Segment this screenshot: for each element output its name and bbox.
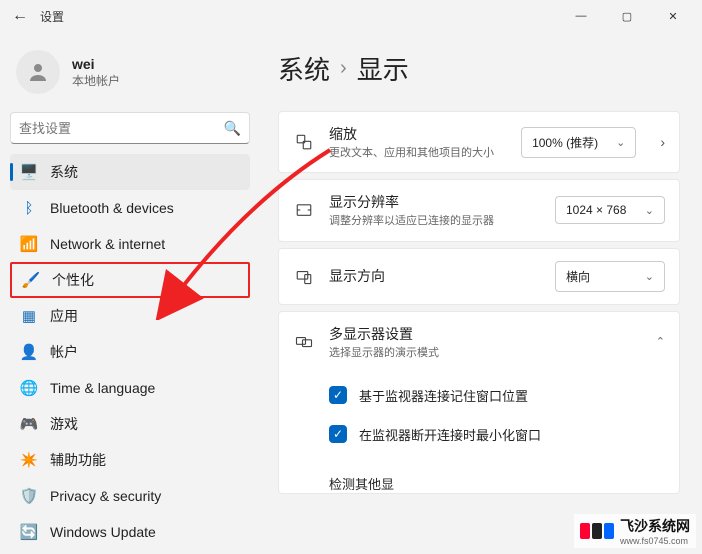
sidebar-item-accessibility[interactable]: ✴️ 辅助功能 (10, 442, 250, 478)
sidebar-item-network[interactable]: 📶 Network & internet (10, 226, 250, 262)
monitor-icon: 🖥️ (20, 163, 38, 181)
update-icon: 🔄 (20, 523, 38, 541)
sidebar-item-gaming[interactable]: 🎮 游戏 (10, 406, 250, 442)
settings-window: ← 设置 — ▢ ✕ wei 本地帐户 🔍 (0, 0, 702, 554)
wifi-icon: 📶 (20, 235, 38, 253)
resolution-icon (293, 201, 315, 219)
setting-orientation[interactable]: 显示方向 横向 ⌄ (278, 248, 680, 305)
resolution-dropdown[interactable]: 1024 × 768 ⌄ (555, 196, 665, 224)
sidebar-item-label: Time & language (50, 380, 155, 396)
maximize-button[interactable]: ▢ (604, 0, 650, 32)
dropdown-value: 1024 × 768 (566, 203, 626, 217)
checkbox-label: 在监视器断开连接时最小化窗口 (359, 425, 541, 444)
setting-desc: 选择显示器的演示模式 (329, 346, 478, 360)
sidebar-item-time-language[interactable]: 🌐 Time & language (10, 370, 250, 406)
sidebar-item-label: Network & internet (50, 236, 165, 252)
sidebar-item-bluetooth[interactable]: ᛒ Bluetooth & devices (10, 190, 250, 226)
close-button[interactable]: ✕ (650, 0, 696, 32)
apps-icon: ▦ (20, 307, 38, 325)
setting-title: 显示方向 (329, 266, 541, 286)
chevron-down-icon: ⌄ (645, 204, 654, 217)
watermark-brand: 飞沙系统网 (620, 516, 690, 536)
sidebar-item-privacy[interactable]: 🛡️ Privacy & security (10, 478, 250, 514)
orientation-icon (293, 267, 315, 285)
window-title: 设置 (40, 8, 64, 25)
sidebar-item-personalization[interactable]: 🖌️ 个性化 (10, 262, 250, 298)
profile-name: wei (72, 56, 120, 72)
watermark-url: www.fs0745.com (620, 536, 690, 546)
watermark-logo-icon (580, 523, 614, 539)
window-controls: — ▢ ✕ (558, 0, 696, 32)
chevron-down-icon: ⌄ (616, 136, 625, 149)
orientation-dropdown[interactable]: 横向 ⌄ (555, 261, 665, 292)
dropdown-value: 100% (推荐) (532, 134, 598, 151)
breadcrumb-current: 显示 (357, 50, 409, 87)
sidebar-item-label: 个性化 (52, 270, 94, 290)
setting-multi-display: 多显示器设置 选择显示器的演示模式 ⌃ ✓ 基于监视器连接记住窗口位置 ✓ 在监… (278, 311, 680, 494)
setting-title: 缩放 (329, 124, 507, 144)
setting-resolution[interactable]: 显示分辨率 调整分辨率以适应已连接的显示器 1024 × 768 ⌄ (278, 179, 680, 241)
chevron-up-icon[interactable]: ⌃ (656, 335, 665, 348)
chevron-right-icon[interactable]: › (660, 134, 665, 150)
globe-icon: 🌐 (20, 379, 38, 397)
sidebar-item-accounts[interactable]: 👤 帐户 (10, 334, 250, 370)
profile-subtitle: 本地帐户 (72, 72, 120, 89)
brush-icon: 🖌️ (22, 271, 40, 289)
breadcrumb: 系统 › 显示 (278, 50, 680, 87)
sidebar-item-label: 应用 (50, 306, 78, 326)
sidebar-item-apps[interactable]: ▦ 应用 (10, 298, 250, 334)
search-input[interactable] (19, 121, 224, 136)
sidebar-item-windows-update[interactable]: 🔄 Windows Update (10, 514, 250, 550)
titlebar: ← 设置 — ▢ ✕ (0, 0, 702, 32)
checkbox-label: 基于监视器连接记住窗口位置 (359, 386, 528, 405)
search-icon: 🔍 (224, 120, 241, 137)
setting-desc: 调整分辨率以适应已连接的显示器 (329, 214, 541, 228)
sidebar-item-label: 系统 (50, 162, 78, 182)
avatar (16, 50, 60, 94)
minimize-button[interactable]: — (558, 0, 604, 32)
sidebar-item-label: 游戏 (50, 414, 78, 434)
person-icon: 👤 (20, 343, 38, 361)
multi-display-header[interactable]: 多显示器设置 选择显示器的演示模式 ⌃ (279, 312, 679, 372)
sidebar-item-label: Bluetooth & devices (50, 200, 174, 216)
check-remember-positions[interactable]: ✓ 基于监视器连接记住窗口位置 (329, 376, 665, 415)
scale-icon (293, 133, 315, 151)
sidebar-item-label: Privacy & security (50, 488, 161, 504)
sidebar-item-label: Windows Update (50, 524, 156, 540)
profile-block[interactable]: wei 本地帐户 (10, 40, 250, 112)
breadcrumb-parent[interactable]: 系统 (278, 50, 330, 87)
dropdown-value: 横向 (566, 268, 590, 285)
setting-scale[interactable]: 缩放 更改文本、应用和其他项目的大小 100% (推荐) ⌄ › (278, 111, 680, 173)
sidebar: wei 本地帐户 🔍 🖥️ 系统 ᛒ Bluetooth & devices (0, 32, 260, 554)
check-minimize-on-disconnect[interactable]: ✓ 在监视器断开连接时最小化窗口 (329, 415, 665, 454)
chevron-right-icon: › (340, 57, 347, 80)
bluetooth-icon: ᛒ (20, 199, 38, 217)
watermark: 飞沙系统网 www.fs0745.com (574, 514, 696, 548)
gamepad-icon: 🎮 (20, 415, 38, 433)
nav-list: 🖥️ 系统 ᛒ Bluetooth & devices 📶 Network & … (10, 154, 250, 554)
setting-desc: 更改文本、应用和其他项目的大小 (329, 146, 507, 160)
checkbox-checked-icon[interactable]: ✓ (329, 386, 347, 404)
main-content: 系统 › 显示 缩放 更改文本、应用和其他项目的大小 100% (推荐) ⌄ › (260, 32, 702, 554)
shield-icon: 🛡️ (20, 487, 38, 505)
setting-title: 显示分辨率 (329, 192, 541, 212)
detect-other-display[interactable]: 检测其他显 (279, 462, 679, 493)
sidebar-item-label: 帐户 (50, 342, 78, 362)
multi-display-icon (293, 333, 315, 351)
person-icon (26, 60, 50, 84)
sidebar-item-system[interactable]: 🖥️ 系统 (10, 154, 250, 190)
back-button[interactable]: ← (6, 2, 34, 30)
accessibility-icon: ✴️ (20, 451, 38, 469)
sidebar-item-label: 辅助功能 (50, 450, 106, 470)
chevron-down-icon: ⌄ (645, 270, 654, 283)
setting-title: 多显示器设置 (329, 324, 478, 344)
search-box[interactable]: 🔍 (10, 112, 250, 144)
scale-dropdown[interactable]: 100% (推荐) ⌄ (521, 127, 636, 158)
checkbox-checked-icon[interactable]: ✓ (329, 425, 347, 443)
